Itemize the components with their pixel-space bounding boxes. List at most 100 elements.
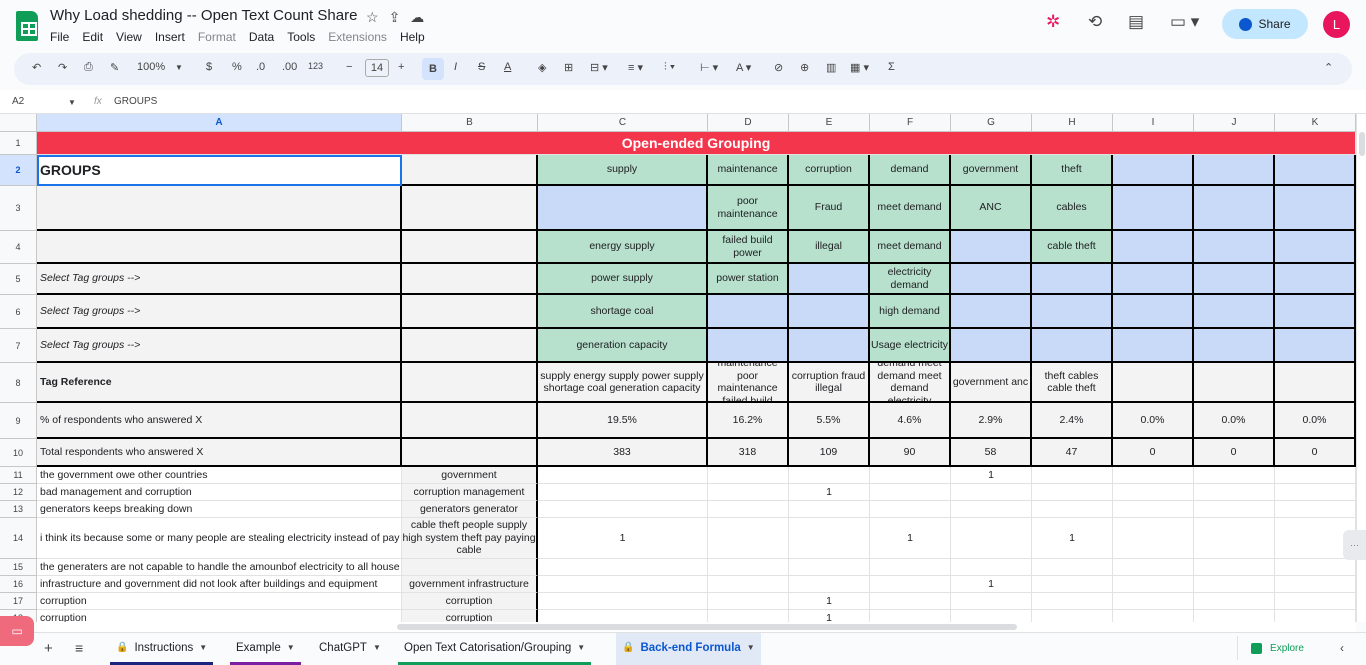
cell-a12[interactable]: bad management and corruption xyxy=(37,484,402,501)
cell-g15[interactable] xyxy=(951,559,1032,576)
cell-j2[interactable] xyxy=(1194,155,1275,186)
cell-i15[interactable] xyxy=(1113,559,1194,576)
row-header-1[interactable]: 1 xyxy=(0,132,37,155)
cell-i13[interactable] xyxy=(1113,501,1194,518)
cell-c7[interactable]: generation capacity xyxy=(538,329,708,363)
vertical-align-icon[interactable]: ⫶ ▾ xyxy=(664,61,675,74)
cell-c15[interactable] xyxy=(538,559,708,576)
cell-j16[interactable] xyxy=(1194,576,1275,593)
cell-f14[interactable]: 1 xyxy=(870,518,951,559)
cell-a9[interactable]: % of respondents who answered X xyxy=(37,403,402,439)
decrease-decimal-button[interactable]: .0 xyxy=(256,61,265,73)
row-header-11[interactable]: 11 xyxy=(0,467,37,484)
cell-c17[interactable] xyxy=(538,593,708,610)
cell-j10[interactable]: 0 xyxy=(1194,439,1275,467)
cell-b8[interactable] xyxy=(402,363,538,403)
cell-i12[interactable] xyxy=(1113,484,1194,501)
cell-d10[interactable]: 318 xyxy=(708,439,789,467)
tab-menu-icon[interactable]: ▼ xyxy=(747,643,755,652)
cell-a2[interactable]: GROUPS xyxy=(37,155,402,186)
row-header-9[interactable]: 9 xyxy=(0,403,37,439)
menu-file[interactable]: File xyxy=(50,30,69,44)
cell-h14[interactable]: 1 xyxy=(1032,518,1113,559)
cell-i7[interactable] xyxy=(1113,329,1194,363)
cell-g14[interactable] xyxy=(951,518,1032,559)
cell-e8[interactable]: corruption fraud illegal xyxy=(789,363,870,403)
cell-d12[interactable] xyxy=(708,484,789,501)
cell-j3[interactable] xyxy=(1194,186,1275,231)
cell-f18[interactable] xyxy=(870,610,951,622)
cell-f4[interactable]: meet demand xyxy=(870,231,951,264)
cell-b5[interactable] xyxy=(402,264,538,295)
undo-icon[interactable]: ↶ xyxy=(32,61,41,74)
cell-f12[interactable] xyxy=(870,484,951,501)
column-header-d[interactable]: D xyxy=(708,114,789,132)
cell-i5[interactable] xyxy=(1113,264,1194,295)
cell-h16[interactable] xyxy=(1032,576,1113,593)
cell-a6[interactable]: Select Tag groups --> xyxy=(37,295,402,329)
cell-e14[interactable] xyxy=(789,518,870,559)
share-button[interactable]: Share xyxy=(1222,9,1308,39)
cell-d17[interactable] xyxy=(708,593,789,610)
cell-i3[interactable] xyxy=(1113,186,1194,231)
row-header-5[interactable]: 5 xyxy=(0,264,37,295)
increase-font-size-button[interactable]: + xyxy=(398,61,404,73)
row-header-7[interactable]: 7 xyxy=(0,329,37,363)
cell-c11[interactable] xyxy=(538,467,708,484)
cell-f13[interactable] xyxy=(870,501,951,518)
cell-e2[interactable]: corruption xyxy=(789,155,870,186)
cell-g18[interactable] xyxy=(951,610,1032,622)
cell-e15[interactable] xyxy=(789,559,870,576)
insert-link-icon[interactable]: ⊘ xyxy=(774,61,783,74)
cell-b16[interactable]: government infrastructure xyxy=(402,576,538,593)
cell-g16[interactable]: 1 xyxy=(951,576,1032,593)
print-icon[interactable]: ⎙ xyxy=(84,61,93,74)
cell-g10[interactable]: 58 xyxy=(951,439,1032,467)
menu-view[interactable]: View xyxy=(116,30,142,44)
merge-cells-icon[interactable]: ⊟ ▾ xyxy=(590,61,608,74)
sheet-tab-back-end-formula[interactable]: 🔒 Back-end Formula ▼ xyxy=(616,633,761,665)
cell-a17[interactable]: corruption xyxy=(37,593,402,610)
cell-e17[interactable]: 1 xyxy=(789,593,870,610)
cell-e13[interactable] xyxy=(789,501,870,518)
cell-f2[interactable]: demand xyxy=(870,155,951,186)
cell-h8[interactable]: theft cables cable theft xyxy=(1032,363,1113,403)
column-header-c[interactable]: C xyxy=(538,114,708,132)
row-header-3[interactable]: 3 xyxy=(0,186,37,231)
cell-g5[interactable] xyxy=(951,264,1032,295)
redo-icon[interactable]: ↷ xyxy=(58,61,67,74)
cell-d4[interactable]: failed build power xyxy=(708,231,789,264)
cell-f9[interactable]: 4.6% xyxy=(870,403,951,439)
cell-h18[interactable] xyxy=(1032,610,1113,622)
cell-j12[interactable] xyxy=(1194,484,1275,501)
explore-button[interactable]: Explore xyxy=(1237,636,1317,660)
menu-tools[interactable]: Tools xyxy=(287,30,315,44)
cell-b6[interactable] xyxy=(402,295,538,329)
cell-b4[interactable] xyxy=(402,231,538,264)
cell-f3[interactable]: meet demand xyxy=(870,186,951,231)
menu-format[interactable]: Format xyxy=(198,30,236,44)
sheet-tab-instructions[interactable]: 🔒 Instructions ▼ xyxy=(110,633,214,665)
cell-d9[interactable]: 16.2% xyxy=(708,403,789,439)
cell-b11[interactable]: government xyxy=(402,467,538,484)
cell-c12[interactable] xyxy=(538,484,708,501)
row-header-10[interactable]: 10 xyxy=(0,439,37,467)
row-header-14[interactable]: 14 xyxy=(0,518,37,559)
cell-c6[interactable]: shortage coal xyxy=(538,295,708,329)
cell-i8[interactable] xyxy=(1113,363,1194,403)
collapse-toolbar-icon[interactable]: ⌃ xyxy=(1324,61,1333,74)
insert-comment-icon[interactable]: ⊕ xyxy=(800,61,809,74)
cell-c10[interactable]: 383 xyxy=(538,439,708,467)
cell-f5[interactable]: electricity demand xyxy=(870,264,951,295)
cell-g3[interactable]: ANC xyxy=(951,186,1032,231)
sheet-tab-example[interactable]: Example ▼ xyxy=(230,633,301,665)
cell-k6[interactable] xyxy=(1275,295,1356,329)
cell-k17[interactable] xyxy=(1275,593,1356,610)
cell-i11[interactable] xyxy=(1113,467,1194,484)
cell-e12[interactable]: 1 xyxy=(789,484,870,501)
cloud-status-icon[interactable]: ☁ xyxy=(410,9,424,26)
cell-k8[interactable] xyxy=(1275,363,1356,403)
cell-e4[interactable]: illegal xyxy=(789,231,870,264)
cell-h4[interactable]: cable theft xyxy=(1032,231,1113,264)
cell-g4[interactable] xyxy=(951,231,1032,264)
